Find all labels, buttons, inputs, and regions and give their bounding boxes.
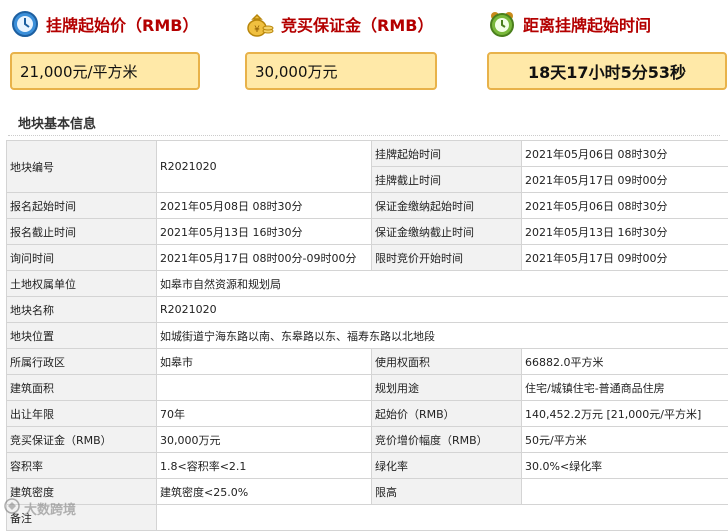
field-value: 2021年05月13日 16时30分 xyxy=(522,219,728,245)
field-value: 70年 xyxy=(157,401,372,427)
field-value: 66882.0平方米 xyxy=(522,349,728,375)
countdown-title: 距离挂牌起始时间 xyxy=(523,12,651,36)
start-price-title: 挂牌起始价（RMB） xyxy=(46,12,198,36)
field-label: 土地权属单位 xyxy=(7,271,157,297)
field-value: 140,452.2万元 [21,000元/平方米] xyxy=(522,401,728,427)
field-value: 2021年05月17日 09时00分 xyxy=(522,167,728,193)
field-value: 30.0%<绿化率 xyxy=(522,453,728,479)
field-value: 如皋市自然资源和规划局 xyxy=(157,271,728,297)
table-row: 报名截止时间 2021年05月13日 16时30分 保证金缴纳截止时间 2021… xyxy=(7,219,728,245)
field-value xyxy=(157,375,372,401)
countdown-value: 18天17小时5分53秒 xyxy=(487,52,727,90)
field-value: R2021020 xyxy=(157,297,728,323)
field-label: 保证金缴纳起始时间 xyxy=(372,193,522,219)
field-value: 30,000万元 xyxy=(157,427,372,453)
field-value: 2021年05月06日 08时30分 xyxy=(522,141,728,167)
table-row: 土地权属单位 如皋市自然资源和规划局 xyxy=(7,271,728,297)
field-label: 限时竞价开始时间 xyxy=(372,245,522,271)
watermark-text: 大数跨境 xyxy=(24,499,76,518)
field-value xyxy=(157,505,728,531)
table-row: 建筑面积 规划用途 住宅/城镇住宅-普通商品住房 xyxy=(7,375,728,401)
table-row: 报名起始时间 2021年05月08日 08时30分 保证金缴纳起始时间 2021… xyxy=(7,193,728,219)
field-label: 挂牌截止时间 xyxy=(372,167,522,193)
watermark: 大数跨境 xyxy=(4,498,76,518)
field-label: 竞价增价幅度（RMB） xyxy=(372,427,522,453)
field-value: 2021年05月08日 08时30分 xyxy=(157,193,372,219)
field-label: 地块名称 xyxy=(7,297,157,323)
alarm-clock-icon xyxy=(487,9,517,39)
section-title: 地块基本信息 xyxy=(8,110,720,136)
field-value: 如皋市 xyxy=(157,349,372,375)
field-value: 2021年05月13日 16时30分 xyxy=(157,219,372,245)
field-value: 50元/平方米 xyxy=(522,427,728,453)
table-row: 地块名称 R2021020 xyxy=(7,297,728,323)
field-value: 建筑密度<25.0% xyxy=(157,479,372,505)
field-label: 地块编号 xyxy=(7,141,157,193)
field-label: 绿化率 xyxy=(372,453,522,479)
start-price-value: 21,000元/平方米 xyxy=(10,52,200,90)
table-row: 所属行政区 如皋市 使用权面积 66882.0平方米 xyxy=(7,349,728,375)
table-row: 备注 xyxy=(7,505,728,531)
table-row: 地块编号 R2021020 挂牌起始时间 2021年05月06日 08时30分 xyxy=(7,141,728,167)
field-label: 容积率 xyxy=(7,453,157,479)
field-label: 地块位置 xyxy=(7,323,157,349)
clock-icon xyxy=(10,9,40,39)
summary-cards: 挂牌起始价（RMB） 21,000元/平方米 ¥ 竞买保证金（RMB） 30,0… xyxy=(0,0,728,100)
table-row: 竞买保证金（RMB） 30,000万元 竞价增价幅度（RMB） 50元/平方米 xyxy=(7,427,728,453)
table-row: 建筑密度 建筑密度<25.0% 限高 xyxy=(7,479,728,505)
field-label: 限高 xyxy=(372,479,522,505)
deposit-value: 30,000万元 xyxy=(245,52,437,90)
field-label: 所属行政区 xyxy=(7,349,157,375)
field-label: 报名起始时间 xyxy=(7,193,157,219)
field-value: 2021年05月17日 09时00分 xyxy=(522,245,728,271)
field-label: 出让年限 xyxy=(7,401,157,427)
field-label: 询问时间 xyxy=(7,245,157,271)
table-row: 地块位置 如城街道宁海东路以南、东皋路以东、福寿东路以北地段 xyxy=(7,323,728,349)
start-price-card: 挂牌起始价（RMB） 21,000元/平方米 xyxy=(10,6,200,90)
field-value: R2021020 xyxy=(157,141,372,193)
table-row: 容积率 1.8<容积率<2.1 绿化率 30.0%<绿化率 xyxy=(7,453,728,479)
field-value: 2021年05月17日 08时00分-09时00分 xyxy=(157,245,372,271)
field-value xyxy=(522,479,728,505)
table-row: 询问时间 2021年05月17日 08时00分-09时00分 限时竞价开始时间 … xyxy=(7,245,728,271)
countdown-card: 距离挂牌起始时间 18天17小时5分53秒 xyxy=(487,6,727,90)
field-label: 建筑面积 xyxy=(7,375,157,401)
field-label: 使用权面积 xyxy=(372,349,522,375)
field-label: 挂牌起始时间 xyxy=(372,141,522,167)
field-value: 2021年05月06日 08时30分 xyxy=(522,193,728,219)
field-value: 如城街道宁海东路以南、东皋路以东、福寿东路以北地段 xyxy=(157,323,728,349)
svg-text:¥: ¥ xyxy=(254,25,260,35)
field-label: 起始价（RMB） xyxy=(372,401,522,427)
field-value: 1.8<容积率<2.1 xyxy=(157,453,372,479)
watermark-logo-icon xyxy=(4,498,20,518)
deposit-card: ¥ 竞买保证金（RMB） 30,000万元 xyxy=(245,6,437,90)
field-label: 竞买保证金（RMB） xyxy=(7,427,157,453)
table-row: 出让年限 70年 起始价（RMB） 140,452.2万元 [21,000元/平… xyxy=(7,401,728,427)
field-label: 报名截止时间 xyxy=(7,219,157,245)
money-bag-icon: ¥ xyxy=(245,9,275,39)
deposit-title: 竞买保证金（RMB） xyxy=(281,12,433,36)
field-label: 保证金缴纳截止时间 xyxy=(372,219,522,245)
land-info-table: 地块编号 R2021020 挂牌起始时间 2021年05月06日 08时30分 … xyxy=(6,140,728,531)
field-value: 住宅/城镇住宅-普通商品住房 xyxy=(522,375,728,401)
field-label: 规划用途 xyxy=(372,375,522,401)
